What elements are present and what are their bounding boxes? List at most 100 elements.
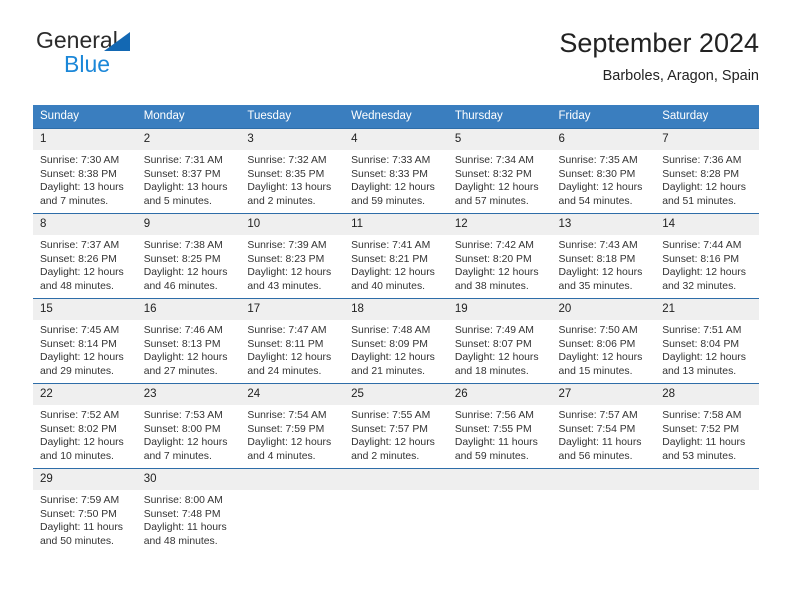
page-subtitle: Barboles, Aragon, Spain	[602, 68, 759, 84]
day-sunrise-text: Sunrise: 7:52 AM	[40, 410, 120, 421]
calendar-day-cell[interactable]: 20 Sunrise: 7:50 AM Sunset: 8:06 PM Dayligh…	[551, 298, 656, 384]
day-sunrise-text: Sunrise: 7:31 AM	[143, 155, 223, 166]
calendar-day-cell[interactable]: 19 Sunrise: 7:49 AM Sunset: 8:07 PM Dayligh…	[447, 298, 552, 384]
calendar-day-cell[interactable]: 6 Sunrise: 7:35 AM Sunset: 8:30 PM Daylight…	[551, 128, 656, 214]
day-daylight1-text: Daylight: 12 hours	[143, 352, 228, 364]
calendar-day-cell[interactable]: 3 Sunrise: 7:32 AM Sunset: 8:35 PM Daylight…	[240, 128, 345, 214]
calendar-day-cell[interactable]: 8 Sunrise: 7:37 AM Sunset: 8:26 PM Daylight…	[33, 213, 137, 299]
calendar-day-cell[interactable]: 21 Sunrise: 7:51 AM Sunset: 8:04 PM Dayligh…	[655, 298, 759, 384]
day-details: Sunrise: 7:38 AM Sunset: 8:25 PM Daylight:…	[137, 235, 241, 293]
day-daylight2-text: and 40 minutes.	[351, 280, 426, 292]
day-number: 28	[655, 384, 759, 405]
day-number: 17	[240, 299, 345, 320]
day-number: 19	[447, 299, 552, 320]
day-daylight1-text: Daylight: 12 hours	[351, 267, 435, 279]
calendar-day-cell[interactable]: 9 Sunrise: 7:38 AM Sunset: 8:25 PM Daylight…	[136, 213, 241, 299]
calendar-day-cell[interactable]: 29 Sunrise: 7:59 AM Sunset: 7:50 PM Dayligh…	[33, 468, 137, 553]
day-sunrise-text: Sunrise: 7:57 AM	[558, 410, 638, 421]
day-daylight1-text: Daylight: 12 hours	[558, 352, 643, 364]
day-sunset-text: Sunset: 8:30 PM	[558, 168, 636, 180]
day-details: Sunrise: 7:47 AM Sunset: 8:11 PM Daylight:…	[240, 320, 344, 378]
calendar-day-cell[interactable]: 16 Sunrise: 7:46 AM Sunset: 8:13 PM Dayligh…	[136, 298, 241, 384]
day-daylight2-text: and 10 minutes.	[40, 450, 114, 462]
calendar-day-cell[interactable]: 7 Sunrise: 7:36 AM Sunset: 8:28 PM Daylight…	[655, 128, 759, 214]
day-sunrise-text: Sunrise: 7:36 AM	[662, 155, 742, 166]
day-daylight1-text: Daylight: 12 hours	[247, 437, 332, 449]
day-sunrise-text: Sunrise: 7:33 AM	[351, 155, 431, 166]
day-sunset-text: Sunset: 7:52 PM	[662, 423, 740, 435]
day-sunset-text: Sunset: 8:25 PM	[143, 253, 221, 265]
day-daylight1-text: Daylight: 12 hours	[40, 352, 124, 364]
day-daylight1-text: Daylight: 12 hours	[454, 352, 539, 364]
day-number: 6	[551, 129, 656, 150]
calendar-day-cell[interactable]: 10 Sunrise: 7:39 AM Sunset: 8:23 PM Dayligh…	[240, 213, 345, 299]
calendar-header-row: Sunday Monday Tuesday Wednesday Thursday Frid…	[33, 105, 759, 129]
day-daylight1-text: Daylight: 13 hours	[40, 182, 124, 194]
day-daylight1-text: Daylight: 11 hours	[558, 437, 642, 449]
day-details: Sunrise: 7:53 AM Sunset: 8:00 PM Daylight:…	[137, 405, 241, 463]
day-sunset-text: Sunset: 7:48 PM	[143, 508, 221, 520]
calendar-day-cell[interactable]: 13 Sunrise: 7:43 AM Sunset: 8:18 PM Dayligh…	[551, 213, 656, 299]
day-number: 1	[33, 129, 137, 150]
calendar-day-cell[interactable]: 14 Sunrise: 7:44 AM Sunset: 8:16 PM Dayligh…	[655, 213, 759, 299]
day-daylight2-text: and 2 minutes.	[351, 450, 420, 462]
calendar-day-cell[interactable]: 5 Sunrise: 7:34 AM Sunset: 8:32 PM Daylight…	[447, 128, 552, 214]
day-number: 21	[655, 299, 759, 320]
calendar-day-cell[interactable]: 25 Sunrise: 7:55 AM Sunset: 7:57 PM Dayligh…	[344, 383, 448, 469]
day-daylight2-text: and 54 minutes.	[558, 195, 633, 207]
day-number: 30	[136, 469, 241, 490]
day-number: 3	[240, 129, 345, 150]
day-daylight2-text: and 46 minutes.	[143, 280, 218, 292]
day-details: Sunrise: 7:45 AM Sunset: 8:14 PM Daylight:…	[33, 320, 137, 378]
calendar-day-cell[interactable]: 17 Sunrise: 7:47 AM Sunset: 8:11 PM Dayligh…	[240, 298, 345, 384]
generalblue-logo[interactable]: General Blue	[33, 26, 233, 88]
day-details: Sunrise: 7:59 AM Sunset: 7:50 PM Daylight:…	[33, 490, 137, 548]
day-sunset-text: Sunset: 8:13 PM	[143, 338, 221, 350]
day-number: 13	[551, 214, 656, 235]
day-number: 11	[344, 214, 448, 235]
calendar-table: Sunday Monday Tuesday Wednesday Thursday Frid…	[33, 105, 759, 553]
calendar-day-cell[interactable]: 11 Sunrise: 7:41 AM Sunset: 8:21 PM Dayligh…	[344, 213, 448, 299]
calendar-day-cell[interactable]: 26 Sunrise: 7:56 AM Sunset: 7:55 PM Dayligh…	[447, 383, 552, 469]
day-sunrise-text: Sunrise: 7:50 AM	[558, 325, 638, 336]
day-sunrise-text: Sunrise: 8:00 AM	[143, 495, 223, 506]
calendar-day-cell[interactable]: 15 Sunrise: 7:45 AM Sunset: 8:14 PM Dayligh…	[33, 298, 137, 384]
day-sunrise-text: Sunrise: 7:38 AM	[143, 240, 223, 251]
weekday-header-tuesday: Tuesday	[240, 105, 345, 129]
day-sunrise-text: Sunrise: 7:48 AM	[351, 325, 431, 336]
day-sunset-text: Sunset: 8:11 PM	[247, 338, 324, 350]
day-details: Sunrise: 7:46 AM Sunset: 8:13 PM Daylight:…	[137, 320, 241, 378]
calendar-day-cell[interactable]: 1 Sunrise: 7:30 AM Sunset: 8:38 PM Daylight…	[33, 128, 137, 214]
day-sunrise-text: Sunrise: 7:54 AM	[247, 410, 327, 421]
day-number	[551, 469, 656, 490]
calendar-day-cell[interactable]: 24 Sunrise: 7:54 AM Sunset: 7:59 PM Dayligh…	[240, 383, 345, 469]
day-details: Sunrise: 7:58 AM Sunset: 7:52 PM Daylight:…	[655, 405, 759, 463]
calendar-day-cell[interactable]: 30 Sunrise: 8:00 AM Sunset: 7:48 PM Dayligh…	[136, 468, 241, 553]
calendar-day-cell[interactable]: 4 Sunrise: 7:33 AM Sunset: 8:33 PM Daylight…	[344, 128, 448, 214]
day-number: 9	[136, 214, 241, 235]
day-sunrise-text: Sunrise: 7:55 AM	[351, 410, 431, 421]
day-daylight1-text: Daylight: 12 hours	[351, 437, 435, 449]
calendar-day-cell[interactable]: 22 Sunrise: 7:52 AM Sunset: 8:02 PM Dayligh…	[33, 383, 137, 469]
day-number: 29	[33, 469, 137, 490]
day-sunset-text: Sunset: 8:26 PM	[40, 253, 117, 265]
day-details	[552, 490, 656, 494]
calendar-body: 1 Sunrise: 7:30 AM Sunset: 8:38 PM Daylight…	[33, 128, 759, 553]
day-sunset-text: Sunset: 8:35 PM	[247, 168, 325, 180]
calendar-day-cell[interactable]: 2 Sunrise: 7:31 AM Sunset: 8:37 PM Daylight…	[136, 128, 241, 214]
day-details: Sunrise: 7:34 AM Sunset: 8:32 PM Daylight:…	[448, 150, 552, 208]
calendar-day-cell[interactable]: 18 Sunrise: 7:48 AM Sunset: 8:09 PM Dayligh…	[344, 298, 448, 384]
day-daylight1-text: Daylight: 12 hours	[454, 182, 539, 194]
calendar-day-cell[interactable]: 23 Sunrise: 7:53 AM Sunset: 8:00 PM Dayligh…	[136, 383, 241, 469]
day-number: 4	[344, 129, 448, 150]
calendar-day-cell[interactable]: 27 Sunrise: 7:57 AM Sunset: 7:54 PM Dayligh…	[551, 383, 656, 469]
calendar-day-cell-empty	[447, 468, 552, 553]
weekday-header-sunday: Sunday	[33, 105, 137, 129]
day-daylight2-text: and 7 minutes.	[143, 450, 212, 462]
day-sunset-text: Sunset: 8:33 PM	[351, 168, 428, 180]
day-details: Sunrise: 7:44 AM Sunset: 8:16 PM Daylight:…	[655, 235, 759, 293]
calendar-day-cell[interactable]: 12 Sunrise: 7:42 AM Sunset: 8:20 PM Dayligh…	[447, 213, 552, 299]
calendar-day-cell[interactable]: 28 Sunrise: 7:58 AM Sunset: 7:52 PM Dayligh…	[655, 383, 759, 469]
weekday-header-saturday: Saturday	[655, 105, 759, 129]
day-sunset-text: Sunset: 8:21 PM	[351, 253, 428, 265]
